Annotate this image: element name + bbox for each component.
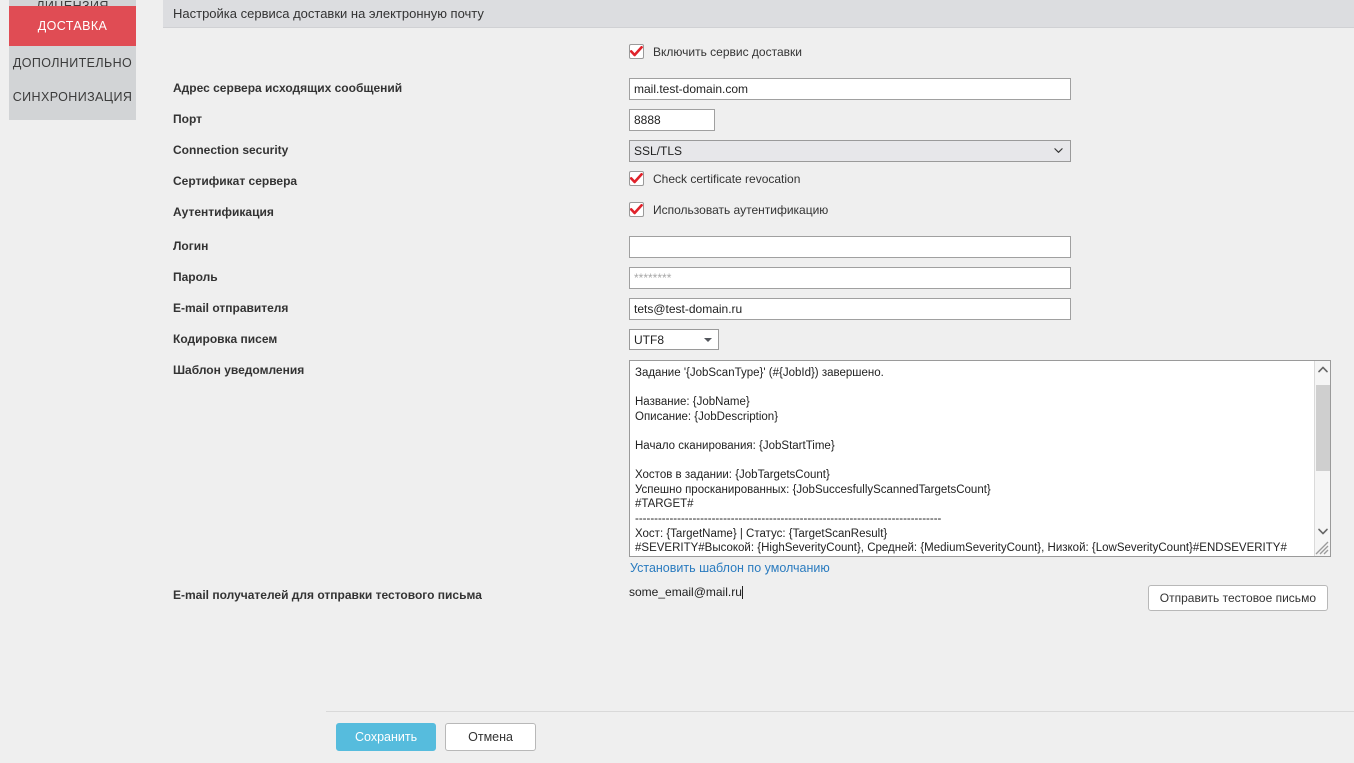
label-notification-template: Шаблон уведомления <box>173 363 305 377</box>
row-server-certificate: Сертификат сервера Check certificate rev… <box>163 171 1354 193</box>
resize-grip[interactable] <box>1314 540 1329 555</box>
server-address-input[interactable] <box>629 78 1071 100</box>
test-recipients-input[interactable]: some_email@mail.ru <box>629 585 1161 599</box>
row-notification-template: Шаблон уведомления Задание '{JobScanType… <box>163 360 1354 575</box>
sidebar-item-synchronization[interactable]: СИНХРОНИЗАЦИЯ <box>9 80 136 114</box>
check-certificate-revocation-label: Check certificate revocation <box>653 171 801 186</box>
cancel-button[interactable]: Отмена <box>445 723 536 751</box>
label-password: Пароль <box>173 270 218 284</box>
notification-template-textarea[interactable]: Задание '{JobScanType}' (#{JobId}) завер… <box>629 360 1331 557</box>
enable-service-group: Включить сервис доставки <box>629 44 1354 59</box>
row-password: Пароль <box>163 267 1354 289</box>
main-panel: Настройка сервиса доставки на электронну… <box>163 0 1354 763</box>
textarea-scrollbar[interactable] <box>1314 361 1330 556</box>
password-input[interactable] <box>629 267 1071 289</box>
use-authentication-checkbox[interactable] <box>629 202 644 217</box>
label-connection-security: Connection security <box>173 143 289 157</box>
connection-security-value: SSL/TLS <box>634 144 683 158</box>
row-authentication: Аутентификация Использовать аутентификац… <box>163 202 1354 224</box>
sidebar-item-label: ДОПОЛНИТЕЛЬНО <box>12 56 133 70</box>
check-icon <box>630 204 643 215</box>
row-enable-service: Включить сервис доставки <box>163 44 1354 66</box>
port-input[interactable] <box>629 109 715 131</box>
encoding-value: UTF8 <box>634 332 664 347</box>
row-encoding: Кодировка писем UTF8 <box>163 329 1354 351</box>
row-test-recipients: E-mail получателей для отправки тестовог… <box>163 585 1354 611</box>
panel-titlebar: Настройка сервиса доставки на электронну… <box>163 0 1354 28</box>
sidebar-item-delivery[interactable]: ДОСТАВКА <box>9 6 136 46</box>
label-encoding: Кодировка писем <box>173 332 278 346</box>
check-icon <box>630 46 643 57</box>
scrollbar-thumb[interactable] <box>1316 385 1330 471</box>
page-title: Настройка сервиса доставки на электронну… <box>173 6 484 21</box>
delivery-settings-form: Включить сервис доставки Адрес сервера и… <box>163 28 1354 611</box>
check-certificate-revocation-checkbox[interactable] <box>629 171 644 186</box>
label-test-recipients: E-mail получателей для отправки тестовог… <box>173 588 482 602</box>
test-recipients-value: some_email@mail.ru <box>629 585 742 599</box>
sidebar-item-label: СИНХРОНИЗАЦИЯ <box>12 90 133 104</box>
label-sender-email: E-mail отправителя <box>173 301 289 315</box>
check-icon <box>630 173 643 184</box>
row-sender-email: E-mail отправителя <box>163 298 1354 320</box>
row-port: Порт <box>163 109 1354 131</box>
label-server-address: Адрес сервера исходящих сообщений <box>173 81 403 95</box>
save-button[interactable]: Сохранить <box>336 723 437 751</box>
scroll-up-button[interactable] <box>1315 361 1331 378</box>
row-label-spacer <box>163 44 629 47</box>
resize-grip-icon <box>1315 541 1329 555</box>
row-login: Логин <box>163 236 1354 258</box>
sidebar-item-additional[interactable]: ДОПОЛНИТЕЛЬНО <box>9 46 136 80</box>
connection-security-select[interactable]: SSL/TLS <box>629 140 1071 162</box>
label-port: Порт <box>173 112 203 126</box>
scroll-down-button[interactable] <box>1315 523 1331 540</box>
text-cursor <box>741 585 743 599</box>
set-default-template-link[interactable]: Установить шаблон по умолчанию <box>630 561 830 575</box>
notification-template-wrapper: Задание '{JobScanType}' (#{JobId}) завер… <box>629 360 1331 557</box>
enable-service-label: Включить сервис доставки <box>653 44 802 59</box>
enable-service-checkbox[interactable] <box>629 44 644 59</box>
sidebar: ЛИЦЕНЗИЯ ДОСТАВКА ДОПОЛНИТЕЛЬНО СИНХРОНИ… <box>9 0 136 120</box>
chevron-up-icon <box>1318 366 1328 373</box>
row-connection-security: Connection security SSL/TLS <box>163 140 1354 162</box>
chevron-down-icon <box>1318 528 1328 535</box>
triangle-down-icon <box>704 337 712 342</box>
label-server-certificate: Сертификат сервера <box>173 174 298 188</box>
use-authentication-label: Использовать аутентификацию <box>653 202 829 217</box>
encoding-combobox[interactable]: UTF8 <box>629 329 719 350</box>
form-footer: Сохранить Отмена <box>326 711 1354 763</box>
login-input[interactable] <box>629 236 1071 258</box>
label-authentication: Аутентификация <box>173 205 274 219</box>
row-server-address: Адрес сервера исходящих сообщений <box>163 78 1354 100</box>
certificate-revocation-group: Check certificate revocation <box>629 171 1354 186</box>
send-test-email-button[interactable]: Отправить тестовое письмо <box>1147 585 1328 611</box>
label-login: Логин <box>173 239 209 253</box>
sender-email-input[interactable] <box>629 298 1071 320</box>
use-authentication-group: Использовать аутентификацию <box>629 202 1354 217</box>
chevron-down-icon <box>1054 148 1063 153</box>
sidebar-item-label: ДОСТАВКА <box>37 19 108 33</box>
